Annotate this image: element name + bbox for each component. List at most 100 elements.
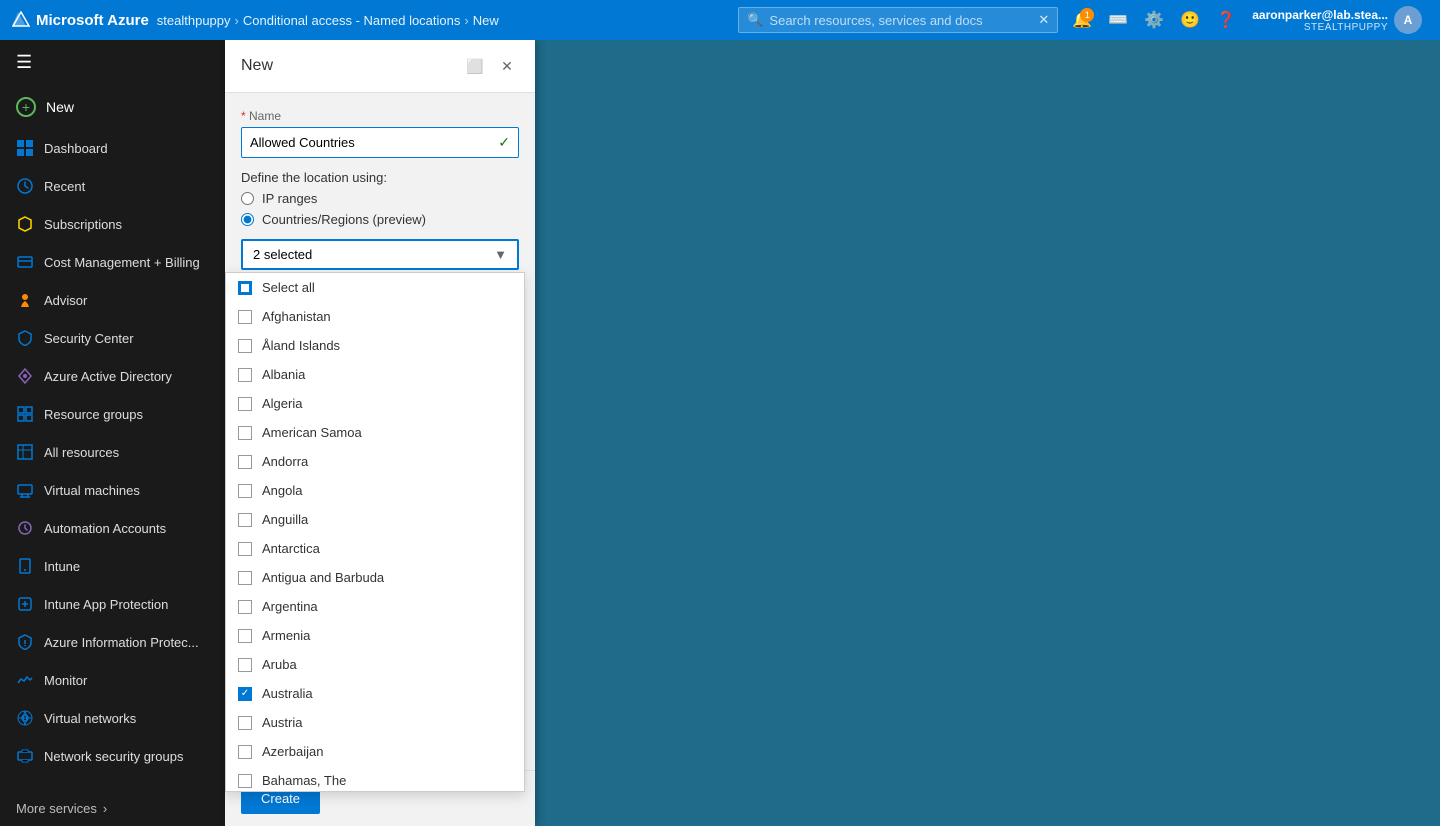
sidebar-label-intune: Intune bbox=[44, 559, 80, 574]
settings-button[interactable]: ⚙️ bbox=[1138, 4, 1170, 36]
checkbox-azerbaijan[interactable] bbox=[238, 745, 252, 759]
user-tenant: STEALTHPUPPY bbox=[1252, 22, 1388, 33]
panel-maximize-button[interactable]: ⬜ bbox=[463, 54, 487, 78]
country-item-aland-islands[interactable]: Åland Islands bbox=[226, 331, 524, 360]
sidebar-item-azure-ad[interactable]: Azure Active Directory bbox=[0, 357, 225, 395]
country-item-albania[interactable]: Albania bbox=[226, 360, 524, 389]
checkbox-antarctica[interactable] bbox=[238, 542, 252, 556]
country-item-austria[interactable]: Austria bbox=[226, 708, 524, 737]
country-item-andorra[interactable]: Andorra bbox=[226, 447, 524, 476]
notifications-button[interactable]: 🔔 1 bbox=[1066, 4, 1098, 36]
sidebar-item-monitor[interactable]: Monitor bbox=[0, 661, 225, 699]
checkbox-andorra[interactable] bbox=[238, 455, 252, 469]
panel-close-button[interactable]: ✕ bbox=[495, 54, 519, 78]
checkbox-angola[interactable] bbox=[238, 484, 252, 498]
checkbox-algeria[interactable] bbox=[238, 397, 252, 411]
sidebar-item-recent[interactable]: Recent bbox=[0, 167, 225, 205]
cloud-shell-button[interactable]: ⌨️ bbox=[1102, 4, 1134, 36]
feedback-button[interactable]: 🙂 bbox=[1174, 4, 1206, 36]
sidebar-label-monitor: Monitor bbox=[44, 673, 87, 688]
checkbox-antigua[interactable] bbox=[238, 571, 252, 585]
radio-ip-ranges[interactable]: IP ranges bbox=[241, 191, 519, 206]
radio-countries-regions[interactable]: Countries/Regions (preview) bbox=[241, 212, 519, 227]
dropdown-arrow-icon: ▼ bbox=[494, 247, 507, 262]
country-item-armenia[interactable]: Armenia bbox=[226, 621, 524, 650]
country-item-azerbaijan[interactable]: Azerbaijan bbox=[226, 737, 524, 766]
sidebar-item-cost-management[interactable]: Cost Management + Billing bbox=[0, 243, 225, 281]
brand-name: Microsoft Azure bbox=[36, 12, 149, 29]
country-item-argentina[interactable]: Argentina bbox=[226, 592, 524, 621]
sidebar-item-azure-info-protect[interactable]: Azure Information Protec... bbox=[0, 623, 225, 661]
checkbox-american-samoa[interactable] bbox=[238, 426, 252, 440]
select-all-checkbox[interactable] bbox=[238, 281, 252, 295]
sidebar-label-network-security: Network security groups bbox=[44, 749, 183, 764]
country-item-american-samoa[interactable]: American Samoa bbox=[226, 418, 524, 447]
checkbox-anguilla[interactable] bbox=[238, 513, 252, 527]
radio-countries-regions-input[interactable] bbox=[241, 213, 254, 226]
sidebar-item-resource-groups[interactable]: Resource groups bbox=[0, 395, 225, 433]
resource-groups-icon bbox=[16, 405, 34, 423]
sidebar-item-subscriptions[interactable]: Subscriptions bbox=[0, 205, 225, 243]
radio-ip-ranges-label: IP ranges bbox=[262, 191, 317, 206]
all-resources-icon bbox=[16, 443, 34, 461]
sidebar-item-advisor[interactable]: Advisor bbox=[0, 281, 225, 319]
checkbox-aruba[interactable] bbox=[238, 658, 252, 672]
avatar: A bbox=[1394, 6, 1422, 34]
breadcrumb-named-locations[interactable]: Conditional access - Named locations bbox=[243, 13, 461, 28]
breadcrumb-new[interactable]: New bbox=[473, 13, 499, 28]
sidebar-label-dashboard: Dashboard bbox=[44, 141, 108, 156]
country-label-argentina: Argentina bbox=[262, 599, 318, 614]
search-bar[interactable]: 🔍 ✕ bbox=[738, 7, 1058, 33]
checkbox-aland-islands[interactable] bbox=[238, 339, 252, 353]
country-item-australia[interactable]: ✓ Australia bbox=[226, 679, 524, 708]
checkbox-argentina[interactable] bbox=[238, 600, 252, 614]
define-location-label: Define the location using: bbox=[241, 170, 519, 185]
help-button[interactable]: ❓ bbox=[1210, 4, 1242, 36]
user-menu[interactable]: aaronparker@lab.stea... STEALTHPUPPY A bbox=[1246, 6, 1428, 34]
sidebar-item-new[interactable]: + New bbox=[0, 85, 225, 129]
radio-ip-ranges-input[interactable] bbox=[241, 192, 254, 205]
sidebar-item-intune-app-protection[interactable]: Intune App Protection bbox=[0, 585, 225, 623]
checkbox-afghanistan[interactable] bbox=[238, 310, 252, 324]
partial-fill bbox=[241, 284, 249, 292]
country-item-antigua[interactable]: Antigua and Barbuda bbox=[226, 563, 524, 592]
topbar: Microsoft Azure stealthpuppy › Condition… bbox=[0, 0, 1440, 40]
automation-icon bbox=[16, 519, 34, 537]
sidebar-item-dashboard[interactable]: Dashboard bbox=[0, 129, 225, 167]
brand: Microsoft Azure bbox=[12, 11, 149, 29]
country-item-aruba[interactable]: Aruba bbox=[226, 650, 524, 679]
country-item-afghanistan[interactable]: Afghanistan bbox=[226, 302, 524, 331]
sidebar-item-network-security[interactable]: Network security groups bbox=[0, 737, 225, 775]
security-center-icon bbox=[16, 329, 34, 347]
virtual-machines-icon bbox=[16, 481, 34, 499]
sidebar-item-security-center[interactable]: Security Center bbox=[0, 319, 225, 357]
search-input[interactable] bbox=[769, 13, 1032, 28]
checkbox-albania[interactable] bbox=[238, 368, 252, 382]
select-all-item[interactable]: Select all bbox=[226, 273, 524, 302]
intune-icon bbox=[16, 557, 34, 575]
checkbox-bahamas[interactable] bbox=[238, 774, 252, 788]
sidebar-item-automation-accounts[interactable]: Automation Accounts bbox=[0, 509, 225, 547]
checkbox-armenia[interactable] bbox=[238, 629, 252, 643]
breadcrumb-tenant[interactable]: stealthpuppy bbox=[157, 13, 231, 28]
search-clear-icon[interactable]: ✕ bbox=[1038, 12, 1049, 28]
hamburger-button[interactable]: ☰ bbox=[0, 40, 225, 85]
sidebar-item-all-resources[interactable]: All resources bbox=[0, 433, 225, 471]
country-item-anguilla[interactable]: Anguilla bbox=[226, 505, 524, 534]
country-item-bahamas[interactable]: Bahamas, The bbox=[226, 766, 524, 792]
country-item-algeria[interactable]: Algeria bbox=[226, 389, 524, 418]
checkbox-austria[interactable] bbox=[238, 716, 252, 730]
name-input[interactable] bbox=[250, 135, 498, 150]
country-label-azerbaijan: Azerbaijan bbox=[262, 744, 323, 759]
sidebar-item-virtual-machines[interactable]: Virtual machines bbox=[0, 471, 225, 509]
sidebar-item-intune[interactable]: Intune bbox=[0, 547, 225, 585]
country-item-antarctica[interactable]: Antarctica bbox=[226, 534, 524, 563]
more-services-link[interactable]: More services › bbox=[0, 791, 225, 826]
sidebar-label-subscriptions: Subscriptions bbox=[44, 217, 122, 232]
checkbox-australia[interactable]: ✓ bbox=[238, 687, 252, 701]
sidebar-item-virtual-networks[interactable]: Virtual networks bbox=[0, 699, 225, 737]
country-item-angola[interactable]: Angola bbox=[226, 476, 524, 505]
panel-title: New bbox=[241, 57, 273, 75]
name-field-label: * Name bbox=[241, 109, 519, 123]
countries-dropdown-trigger[interactable]: 2 selected ▼ bbox=[241, 239, 519, 270]
